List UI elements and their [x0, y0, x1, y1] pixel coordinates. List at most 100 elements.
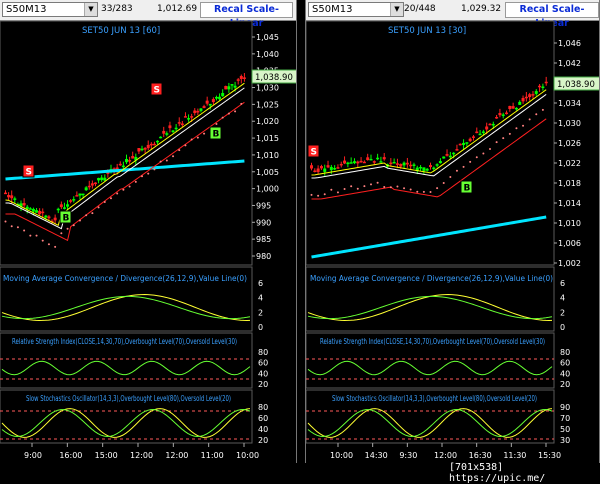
price-axis-label: 995	[256, 201, 271, 210]
candle-body	[432, 167, 436, 170]
chevron-down-icon[interactable]: ▼	[390, 3, 403, 16]
candle-body	[53, 217, 57, 221]
sar-dot	[475, 156, 478, 159]
time-axis-label: 11:00	[201, 451, 224, 460]
candle-body	[409, 164, 413, 167]
candle-body	[242, 77, 246, 79]
sar-dot	[134, 180, 137, 183]
sar-dot	[97, 206, 100, 209]
sar-dot	[396, 185, 399, 188]
indicator-axis-label: 90	[560, 403, 570, 412]
candle-body	[395, 163, 399, 165]
candle-body	[233, 85, 237, 88]
recal-scale-button[interactable]: Recal Scale-Linear	[505, 2, 599, 29]
candle-body	[505, 112, 509, 115]
candle-body	[508, 105, 512, 110]
price-axis-label: 1,006	[558, 239, 581, 248]
recal-scale-button[interactable]: Recal Scale-Linear	[200, 2, 293, 29]
time-axis-label: 11:30	[503, 451, 526, 460]
candle-body	[319, 166, 323, 169]
candle-body	[422, 167, 426, 171]
rsi-title: Relative Strength Index(CLOSE,14,30,70),…	[12, 337, 237, 346]
bar-count: 20/448	[404, 4, 436, 14]
time-axis-label: 12:00	[130, 451, 153, 460]
price-axis-label: 1,018	[558, 179, 581, 188]
candle-body	[239, 75, 243, 79]
chart-panel-right: S50M13 ▼ 20/448 1,029.32 Recal Scale-Lin…	[305, 0, 600, 463]
candle-body	[544, 81, 548, 84]
candle-body	[146, 144, 150, 149]
candle-body	[366, 157, 370, 161]
symbol-value: S50M13	[312, 4, 353, 15]
candle-body	[389, 162, 393, 165]
indicator-axis-label: 4	[560, 294, 565, 303]
candle-body	[22, 203, 26, 206]
time-axis-label: 10:00	[236, 451, 259, 460]
candle-body	[333, 167, 337, 170]
candle-body	[495, 117, 499, 119]
candle-body	[81, 193, 85, 196]
candle-body	[236, 79, 240, 81]
indicator-axis-label: 4	[258, 294, 263, 303]
candle-body	[452, 152, 456, 155]
symbol-select[interactable]: S50M13 ▼	[2, 2, 98, 17]
sar-dot	[78, 219, 81, 222]
sar-dot	[383, 185, 386, 188]
candle-body	[131, 156, 135, 159]
sar-dot	[29, 234, 32, 237]
candle-body	[193, 110, 197, 114]
candle-body	[419, 166, 423, 169]
chevron-down-icon[interactable]: ▼	[84, 3, 97, 16]
candle-body	[521, 97, 525, 102]
sar-dot	[343, 188, 346, 191]
candle-body	[524, 96, 528, 99]
candle-body	[177, 122, 181, 124]
sar-dot	[153, 168, 156, 171]
price-axis-label: 1,042	[558, 59, 581, 68]
price-axis-label: 1,005	[256, 168, 279, 177]
price-chart-area[interactable]: 1,0451,0401,0351,0301,0251,0201,0151,010…	[0, 21, 297, 463]
candle-body	[143, 147, 147, 150]
sar-dot	[66, 227, 69, 230]
sar-dot	[41, 239, 44, 242]
sar-dot	[350, 185, 353, 188]
candle-body	[41, 211, 45, 214]
candle-body	[183, 116, 187, 118]
sar-dot	[541, 108, 544, 111]
candle-body	[44, 215, 48, 218]
macd-title: Moving Average Convergence / Divergence(…	[3, 274, 247, 283]
symbol-select[interactable]: S50M13 ▼	[308, 2, 404, 17]
time-axis-label: 14:30	[365, 451, 388, 460]
price-axis-label: 1,025	[256, 100, 279, 109]
candle-body	[339, 163, 343, 166]
indicator-axis-label: 30	[560, 436, 570, 445]
sar-dot	[462, 165, 465, 168]
signal-label: S	[26, 168, 32, 178]
candle-body	[412, 164, 416, 166]
sar-dot	[196, 136, 199, 139]
candle-body	[518, 101, 522, 105]
price-chart-area[interactable]: 1,0461,0421,0381,0341,0301,0261,0221,018…	[306, 21, 600, 463]
time-axis-label: 12:00	[434, 451, 457, 460]
candle-body	[47, 216, 51, 219]
sar-dot	[317, 194, 320, 197]
price-axis-label: 1,022	[558, 159, 581, 168]
candle-body	[69, 200, 73, 202]
candle-body	[93, 182, 97, 185]
time-axis-label: 9:30	[399, 451, 417, 460]
sar-dot	[403, 187, 406, 190]
candle-body	[372, 161, 376, 163]
indicator-axis-label: 80	[560, 348, 570, 357]
sar-dot	[515, 127, 518, 130]
signal-label: S	[154, 86, 160, 96]
candle-body	[323, 168, 327, 172]
candle-body	[376, 157, 380, 160]
candle-body	[90, 183, 94, 186]
stochastic-title: Slow Stochastics Oscillator(14,3,3),Over…	[26, 394, 231, 403]
candle-body	[28, 208, 32, 210]
indicator-axis-label: 6	[560, 279, 565, 288]
candle-body	[478, 133, 482, 136]
candle-body	[538, 85, 542, 88]
sar-dot	[336, 191, 339, 194]
price-axis-label: 980	[256, 252, 271, 261]
